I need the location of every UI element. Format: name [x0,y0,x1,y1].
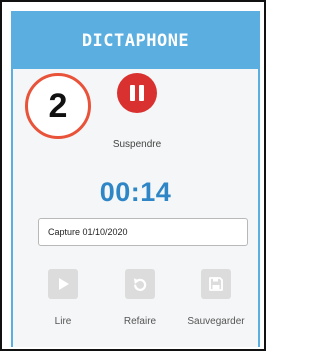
redo-button[interactable] [125,269,155,299]
floppy-disk-icon [209,277,223,291]
play-icon [59,278,69,290]
widget-header: DICTAPHONE [13,13,258,69]
pause-label: Suspendre [112,139,162,150]
recording-timer: 00:14 [99,177,172,207]
pause-button[interactable] [117,73,157,113]
screenshot-frame: DICTAPHONE 2 Suspendre 00:14 Lire [0,0,266,351]
widget-title: DICTAPHONE [81,31,190,51]
dictaphone-widget: DICTAPHONE 2 Suspendre 00:14 Lire [11,11,260,347]
play-button[interactable] [48,269,78,299]
play-label: Lire [54,316,72,327]
save-label: Sauvegarder [187,316,245,327]
redo-label: Refaire [123,316,157,327]
save-button[interactable] [201,269,231,299]
undo-arrow-icon [134,278,147,291]
step-number: 2 [48,86,68,125]
recording-name-input[interactable] [38,218,248,246]
step-indicator: 2 [25,73,91,139]
